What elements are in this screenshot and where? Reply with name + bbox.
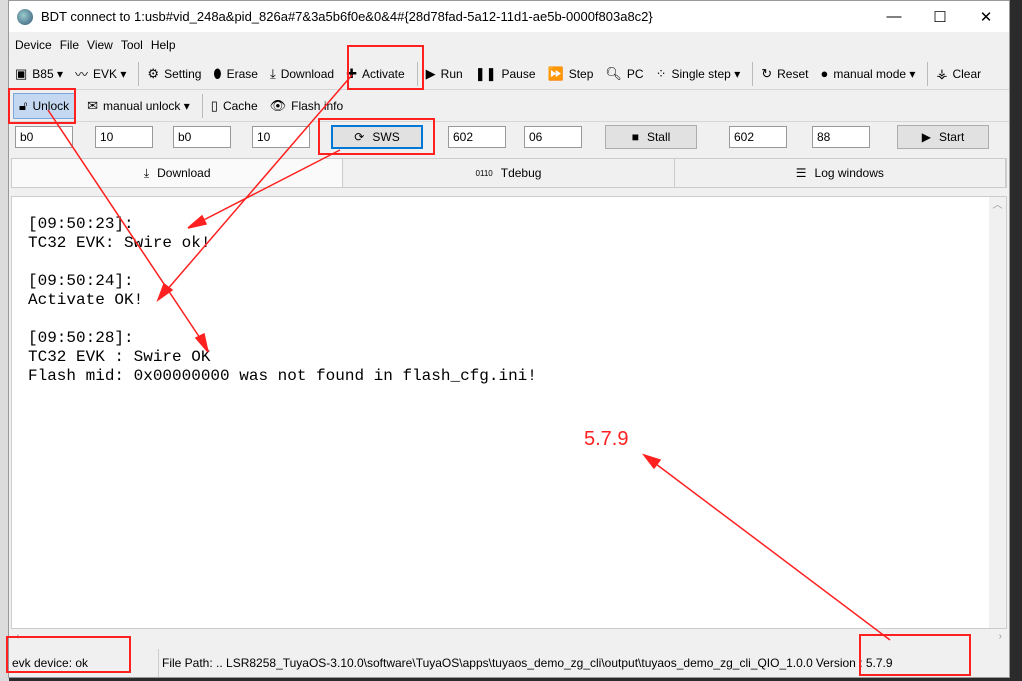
pause-button[interactable]: ❚❚ Pause <box>475 66 536 82</box>
menu-file[interactable]: File <box>60 38 79 52</box>
window-title: BDT connect to 1:usb#vid_248a&pid_826a#7… <box>41 9 653 24</box>
mode-icon: ● <box>820 66 829 81</box>
tab-log-windows[interactable]: ☰ Log windows <box>674 159 1006 187</box>
vertical-scrollbar[interactable]: ︿ <box>989 197 1006 628</box>
pause-icon: ❚❚ <box>474 65 497 81</box>
input-field-8[interactable]: 88 <box>812 126 870 148</box>
input-field-7[interactable]: 602 <box>729 126 787 148</box>
single-step-select[interactable]: ⁘ Single step ▾ <box>656 66 741 82</box>
log-output[interactable]: [09:50:23]: TC32 EVK: Swire ok! [09:50:2… <box>11 196 1007 629</box>
start-button[interactable]: ▶ Start <box>897 125 989 149</box>
setting-button[interactable]: ⚙ Setting <box>147 66 201 82</box>
input-field-4[interactable]: 10 <box>252 126 310 148</box>
play-icon: ▶ <box>921 130 931 144</box>
activate-button[interactable]: ✚ Activate <box>346 66 405 82</box>
title-bar: BDT connect to 1:usb#vid_248a&pid_826a#7… <box>9 1 1009 32</box>
divider <box>927 61 929 86</box>
menu-tool[interactable]: Tool <box>121 38 143 52</box>
clear-button[interactable]: ⚶ Clear <box>936 66 981 82</box>
log-line: Activate OK! <box>28 291 144 309</box>
chip-select[interactable]: ▣ B85 ▾ <box>15 66 63 82</box>
divider <box>416 61 418 86</box>
eye-icon: 👁︎ <box>269 97 287 113</box>
tab-download[interactable]: ⤓ Download <box>12 159 344 187</box>
input-field-5[interactable]: 602 <box>448 126 506 148</box>
flash-info-button[interactable]: 👁︎ Flash info <box>270 98 344 114</box>
input-field-3[interactable]: b0 <box>173 126 231 148</box>
version-label: Version : 5.7.9 <box>815 656 893 670</box>
download-icon: ⤓ <box>143 165 150 180</box>
menu-view[interactable]: View <box>87 38 113 52</box>
list-icon: ☰ <box>795 166 807 180</box>
device-status: evk device: ok <box>9 649 159 677</box>
tab-bar: ⤓ Download 0110 Tdebug ☰ Log windows <box>11 158 1007 188</box>
log-line: [09:50:23]: <box>28 215 134 233</box>
reset-button[interactable]: ↻ Reset <box>761 66 808 82</box>
log-line: [09:50:28]: <box>28 329 134 347</box>
tab-tdebug[interactable]: 0110 Tdebug <box>343 159 675 187</box>
stop-icon: ■ <box>631 130 639 144</box>
sd-card-icon: ▯ <box>210 97 218 113</box>
divider <box>138 61 140 86</box>
register-row: b0 10 b0 10 ⟳ SWS 602 06 ■ Stall 602 88 ▶ S… <box>9 122 1009 156</box>
plus-icon: ✚ <box>346 65 357 81</box>
app-window: BDT connect to 1:usb#vid_248a&pid_826a#7… <box>8 0 1010 678</box>
manual-unlock-select[interactable]: ✉ manual unlock ▾ <box>87 98 190 114</box>
input-field-1[interactable]: b0 <box>15 126 73 148</box>
run-button[interactable]: ▶ Run <box>426 66 463 82</box>
input-field-6[interactable]: 06 <box>524 126 582 148</box>
unlock-button[interactable]: 🔓︎ Unlock <box>13 92 76 119</box>
refresh-icon: ⟳ <box>354 130 365 144</box>
file-path: File Path: .. LSR8258_TuyaOS-3.10.0\soft… <box>162 656 813 670</box>
binary-icon: 0110 <box>475 168 493 178</box>
divider <box>201 93 203 118</box>
unlock-icon: 🔓︎ <box>19 97 28 113</box>
menu-bar: Device File View Tool Help <box>9 32 1009 58</box>
broom-icon: ⚶ <box>936 65 948 81</box>
stall-button[interactable]: ■ Stall <box>605 125 697 149</box>
main-toolbar: ▣ B85 ▾ 〰 EVK ▾ ⚙ Setting ⬮ Erase ⤓ Download … <box>9 58 1009 90</box>
step-button[interactable]: ⏩ Step <box>548 66 594 82</box>
secondary-toolbar: 🔓︎ Unlock ✉ manual unlock ▾ ▯ Cache 👁︎ Flash… <box>9 90 1009 122</box>
log-line: TC32 EVK: Swire ok! <box>28 234 211 252</box>
menu-device[interactable]: Device <box>15 38 52 52</box>
evk-select[interactable]: 〰 EVK ▾ <box>75 64 126 83</box>
app-icon <box>17 8 33 25</box>
search-icon: 🔍︎ <box>605 65 622 81</box>
pc-button[interactable]: 🔍︎ PC <box>605 66 643 82</box>
log-line: [09:50:24]: <box>28 272 134 290</box>
download-button[interactable]: ⤓ Download <box>270 66 334 82</box>
log-line: Flash mid: 0x00000000 was not found in f… <box>28 367 537 385</box>
run-icon: ▶ <box>425 65 436 81</box>
mail-icon: ✉ <box>87 97 99 113</box>
log-line: TC32 EVK : Swire OK <box>28 348 211 366</box>
reset-icon: ↻ <box>761 65 773 81</box>
gear-icon: ⚙ <box>147 65 160 81</box>
divider <box>752 61 754 86</box>
eraser-icon: ⬮ <box>213 65 222 81</box>
download-icon: ⤓ <box>269 65 276 81</box>
status-bar: evk device: ok File Path: .. LSR8258_Tuy… <box>9 649 1009 677</box>
cache-button[interactable]: ▯ Cache <box>211 98 258 114</box>
horizontal-scrollbar[interactable]: ‹ › <box>11 629 1007 646</box>
minimize-button[interactable]: — <box>871 8 917 25</box>
footsteps-icon: ⁘ <box>655 65 667 81</box>
chip-icon: ▣ <box>15 65 28 81</box>
erase-button[interactable]: ⬮ Erase <box>213 66 258 82</box>
step-icon: ⏩ <box>547 65 564 81</box>
input-field-2[interactable]: 10 <box>95 126 153 148</box>
signal-icon: 〰 <box>75 67 89 82</box>
sws-button[interactable]: ⟳ SWS <box>331 125 423 149</box>
close-button[interactable]: ✕ <box>963 8 1009 26</box>
menu-help[interactable]: Help <box>151 38 176 52</box>
annotation-text: 5.7.9 <box>584 428 629 450</box>
manual-mode-select[interactable]: ● manual mode ▾ <box>820 66 915 81</box>
maximize-button[interactable]: ☐ <box>917 8 963 26</box>
